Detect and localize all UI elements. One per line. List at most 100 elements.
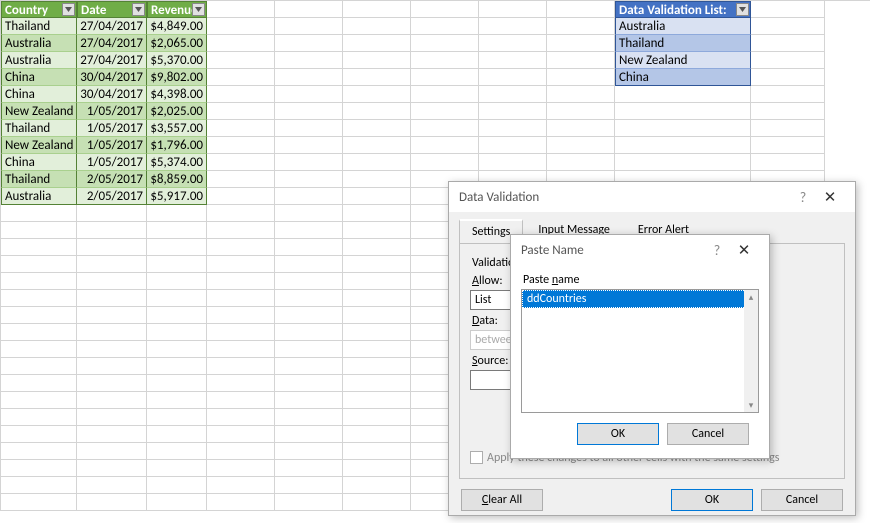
cell[interactable] (147, 392, 207, 409)
cell[interactable] (479, 154, 547, 171)
table-cell[interactable]: 27/04/2017 (77, 52, 147, 69)
cell[interactable] (275, 171, 343, 188)
cell[interactable] (1, 392, 77, 409)
cell[interactable] (275, 18, 343, 35)
cell[interactable] (275, 290, 343, 307)
cell[interactable] (479, 1, 547, 18)
cell[interactable] (147, 426, 207, 443)
table-cell[interactable]: Thailand (1, 171, 77, 188)
cell[interactable] (77, 222, 147, 239)
cell[interactable] (343, 409, 411, 426)
cell[interactable] (275, 188, 343, 205)
cell[interactable] (147, 205, 207, 222)
cell[interactable] (147, 443, 207, 460)
cell[interactable] (275, 307, 343, 324)
cell[interactable] (547, 120, 615, 137)
cell[interactable] (207, 358, 275, 375)
table-cell[interactable]: $4,849.00 (147, 18, 207, 35)
cell[interactable] (615, 137, 751, 154)
help-icon[interactable]: ? (705, 242, 729, 259)
cell[interactable] (147, 222, 207, 239)
cell[interactable] (547, 1, 615, 18)
cell[interactable] (343, 171, 411, 188)
column-header[interactable]: Date (77, 1, 147, 18)
cell[interactable] (547, 69, 615, 86)
cell[interactable] (207, 375, 275, 392)
cell[interactable] (207, 52, 275, 69)
cell[interactable] (207, 256, 275, 273)
cell[interactable] (147, 494, 207, 511)
cell[interactable] (1, 222, 77, 239)
cell[interactable] (147, 290, 207, 307)
list-item[interactable]: ddCountries (522, 290, 758, 308)
table-cell[interactable]: 1/05/2017 (77, 103, 147, 120)
cell[interactable] (275, 443, 343, 460)
cell[interactable] (275, 341, 343, 358)
cell[interactable] (1, 494, 77, 511)
cell[interactable] (751, 18, 825, 35)
cell[interactable] (77, 392, 147, 409)
cell[interactable] (207, 273, 275, 290)
cell[interactable] (207, 409, 275, 426)
cell[interactable] (207, 35, 275, 52)
cell[interactable] (275, 35, 343, 52)
cell[interactable] (1, 358, 77, 375)
table-cell[interactable]: 27/04/2017 (77, 35, 147, 52)
cell[interactable] (147, 341, 207, 358)
cell[interactable] (343, 154, 411, 171)
dialog-titlebar[interactable]: Paste Name ? ✕ (511, 235, 769, 265)
cell[interactable] (207, 171, 275, 188)
cell[interactable] (343, 375, 411, 392)
cell[interactable] (1, 307, 77, 324)
table-cell[interactable]: $1,796.00 (147, 137, 207, 154)
table-cell[interactable]: 1/05/2017 (77, 154, 147, 171)
cell[interactable] (147, 273, 207, 290)
cell[interactable] (77, 290, 147, 307)
column-header[interactable]: Country (1, 1, 77, 18)
cell[interactable] (343, 222, 411, 239)
cell[interactable] (343, 307, 411, 324)
cancel-button[interactable]: Cancel (667, 423, 749, 445)
cell[interactable] (77, 273, 147, 290)
cell[interactable] (1, 273, 77, 290)
cell[interactable] (751, 154, 825, 171)
cell[interactable] (343, 35, 411, 52)
cell[interactable] (343, 358, 411, 375)
cell[interactable] (77, 307, 147, 324)
table-cell[interactable]: $5,917.00 (147, 188, 207, 205)
cell[interactable] (343, 256, 411, 273)
table-cell[interactable]: 30/04/2017 (77, 86, 147, 103)
cell[interactable] (275, 256, 343, 273)
cell[interactable] (547, 52, 615, 69)
cell[interactable] (275, 358, 343, 375)
table-cell[interactable]: 2/05/2017 (77, 188, 147, 205)
cell[interactable] (275, 324, 343, 341)
cell[interactable] (411, 103, 479, 120)
table-cell[interactable]: Thailand (1, 18, 77, 35)
cell[interactable] (615, 154, 751, 171)
cell[interactable] (1, 341, 77, 358)
table-cell[interactable]: $9,802.00 (147, 69, 207, 86)
cell[interactable] (343, 477, 411, 494)
table-cell[interactable]: Australia (615, 18, 751, 35)
cell[interactable] (479, 69, 547, 86)
cell[interactable] (147, 409, 207, 426)
filter-dropdown-icon[interactable] (62, 3, 75, 16)
cell[interactable] (275, 477, 343, 494)
table-cell[interactable]: Australia (1, 52, 77, 69)
cell[interactable] (207, 477, 275, 494)
cell[interactable] (1, 205, 77, 222)
cell[interactable] (1, 256, 77, 273)
cell[interactable] (207, 103, 275, 120)
cell[interactable] (77, 443, 147, 460)
cell[interactable] (343, 443, 411, 460)
cell[interactable] (207, 324, 275, 341)
cell[interactable] (275, 460, 343, 477)
cell[interactable] (207, 460, 275, 477)
close-icon[interactable]: ✕ (729, 241, 759, 259)
table-cell[interactable]: Australia (1, 188, 77, 205)
cell[interactable] (751, 35, 825, 52)
cell[interactable] (411, 154, 479, 171)
cell[interactable] (275, 69, 343, 86)
table-cell[interactable]: New Zealand (1, 103, 77, 120)
